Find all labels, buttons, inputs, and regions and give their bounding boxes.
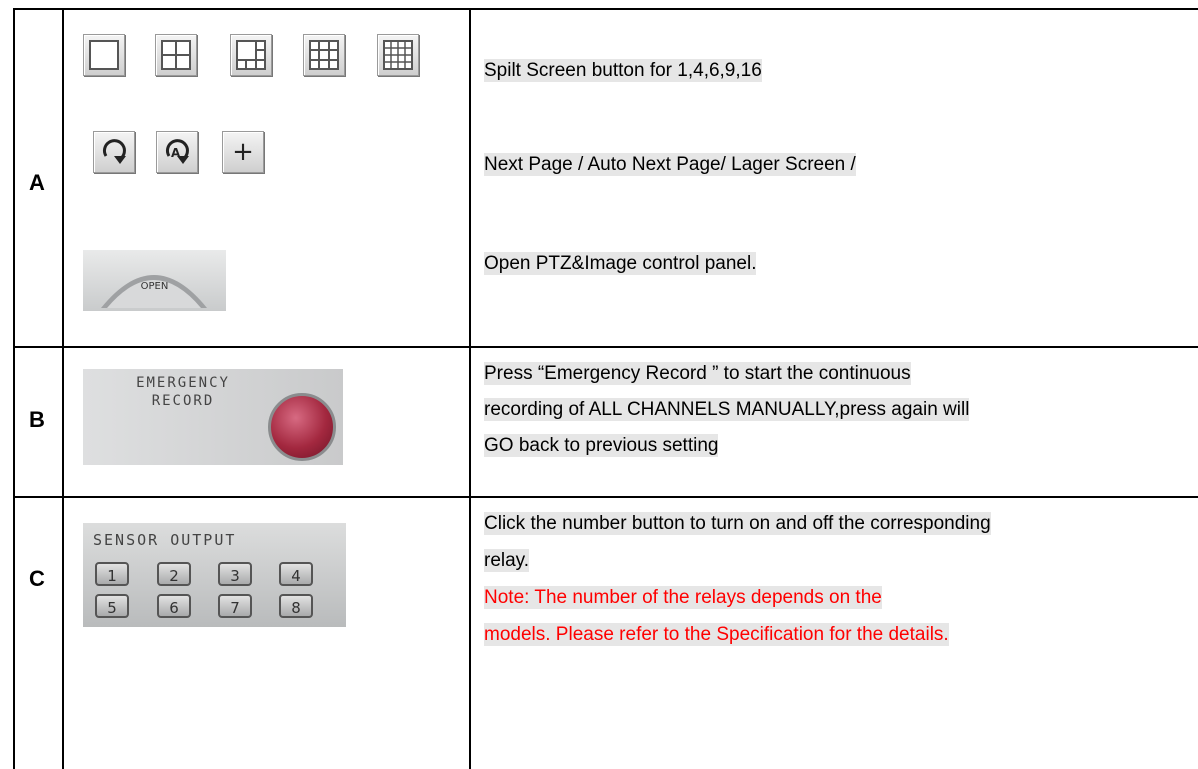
split-9-icon (309, 40, 339, 70)
split-4-button[interactable] (155, 34, 197, 76)
row-label-b: B (29, 407, 45, 432)
split-screen-description: Spilt Screen button for 1,4,6,9,16 (484, 59, 762, 82)
split-16-button[interactable] (377, 34, 419, 76)
sensor-output-title: SENSOR OUTPUT (93, 531, 237, 549)
open-panel-area: OPEN (83, 250, 226, 311)
larger-screen-button[interactable]: + (222, 131, 264, 173)
larger-screen-icon: + (232, 137, 254, 167)
emergency-record-panel: EMERGENCY RECORD (83, 369, 343, 465)
split-9-button[interactable] (303, 34, 345, 76)
relay-button-2[interactable]: 2 (157, 562, 191, 586)
relay-button-3[interactable]: 3 (218, 562, 252, 586)
auto-next-page-icon: A (165, 139, 189, 164)
relay-button-6[interactable]: 6 (157, 594, 191, 618)
open-panel-description: Open PTZ&Image control panel. (484, 252, 757, 275)
split-16-icon (383, 40, 413, 70)
sensor-output-panel: SENSOR OUTPUT 1 2 3 4 5 6 7 8 (83, 523, 346, 627)
relay-button-5[interactable]: 5 (95, 594, 129, 618)
relay-button-1[interactable]: 1 (95, 562, 129, 586)
emergency-label-line1: EMERGENCY (136, 375, 230, 391)
split-4-icon (161, 40, 191, 70)
split-6-icon (236, 40, 266, 70)
row-a-bottom-border (13, 346, 1198, 348)
label-column-divider (62, 8, 64, 769)
sensor-output-description: Click the number button to turn on and o… (484, 512, 991, 646)
emergency-label-line2: RECORD (151, 393, 215, 409)
split-6-button[interactable] (230, 34, 272, 76)
emergency-record-button[interactable] (268, 393, 336, 461)
row-b-bottom-border (13, 496, 1198, 498)
split-1-icon (89, 40, 119, 70)
open-button-label: OPEN (140, 281, 169, 292)
split-1-button[interactable] (83, 34, 125, 76)
row-label-a: A (29, 170, 45, 195)
table-top-border (13, 8, 1198, 10)
relay-note-line2: models. Please refer to the Specificatio… (484, 623, 949, 646)
row-label-c: C (29, 566, 45, 591)
table-left-border (13, 8, 15, 769)
relay-button-7[interactable]: 7 (218, 594, 252, 618)
description-column-divider (469, 8, 471, 769)
relay-note-line1: Note: The number of the relays depends o… (484, 586, 882, 609)
next-page-icon (102, 139, 126, 164)
relay-button-8[interactable]: 8 (279, 594, 313, 618)
emergency-description: Press “Emergency Record ” to start the c… (484, 362, 970, 457)
next-page-button[interactable] (93, 131, 135, 173)
relay-button-4[interactable]: 4 (279, 562, 313, 586)
auto-next-page-button[interactable]: A (156, 131, 198, 173)
navigation-description: Next Page / Auto Next Page/ Lager Screen… (484, 153, 856, 176)
